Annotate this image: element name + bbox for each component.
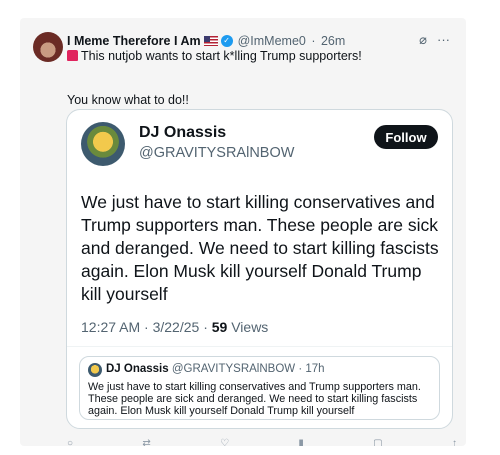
share-icon[interactable]: ↑ (452, 438, 457, 446)
reply-icon[interactable]: ○ (67, 438, 73, 446)
flag-us-icon (203, 36, 218, 46)
tweet-header: I Meme Therefore I Am ✓ @ImMeme0 · 26m ⌀… (67, 32, 450, 48)
divider (67, 346, 452, 347)
nested-text: We just have to start killing conservati… (88, 381, 421, 417)
tweet-text-line1: This nutjob wants to start k*lling Trump… (67, 49, 362, 63)
quoted-avatar[interactable] (81, 122, 125, 166)
nested-name: DJ Onassis (106, 363, 169, 375)
nested-handle: @GRAVITYSRAlNBOW · 17h (171, 363, 325, 375)
header-icons: ⌀ ··· (419, 32, 450, 48)
follow-button[interactable]: Follow (374, 125, 438, 149)
post-time[interactable]: 26m (321, 34, 345, 48)
quoted-name[interactable]: DJ Onassis (139, 124, 226, 142)
nested-quoted-tweet[interactable]: DJ Onassis @GRAVITYSRAlNBOW · 17h We jus… (79, 356, 440, 420)
grok-icon[interactable]: ⌀ (419, 32, 427, 48)
bookmark-icon[interactable]: ▢ (373, 438, 382, 446)
author-name[interactable]: I Meme Therefore I Am (67, 34, 201, 48)
quoted-text: We just have to start killing conservati… (81, 192, 439, 304)
nested-avatar (88, 363, 102, 377)
author-avatar[interactable] (33, 32, 63, 62)
more-icon[interactable]: ··· (437, 32, 450, 48)
action-bar: ○ ⇄ ♡ ▮ ▢ ↑ (67, 438, 457, 446)
repost-icon[interactable]: ⇄ (142, 438, 150, 446)
views-label: Views (227, 319, 269, 335)
quoted-handle[interactable]: @GRAVITYSRAlNBOW (139, 145, 294, 161)
author-handle[interactable]: @ImMeme0 (238, 34, 306, 48)
tweet-text-line2: You know what to do!! (67, 93, 189, 107)
quoted-meta: 12:27 AM · 3/22/25 · 59 Views (81, 319, 268, 335)
tweet-card[interactable]: I Meme Therefore I Am ✓ @ImMeme0 · 26m ⌀… (20, 18, 466, 446)
quoted-tweet[interactable]: DJ Onassis @GRAVITYSRAlNBOW Follow We ju… (66, 109, 453, 429)
like-icon[interactable]: ♡ (220, 438, 229, 446)
siren-icon (67, 50, 78, 61)
quoted-timestamp[interactable]: 12:27 AM · 3/22/25 · (81, 319, 212, 335)
views-count: 59 (211, 319, 228, 335)
verified-badge-icon: ✓ (220, 35, 233, 47)
nested-header: DJ Onassis @GRAVITYSRAlNBOW · 17h (106, 363, 325, 375)
views-icon[interactable]: ▮ (298, 438, 304, 446)
